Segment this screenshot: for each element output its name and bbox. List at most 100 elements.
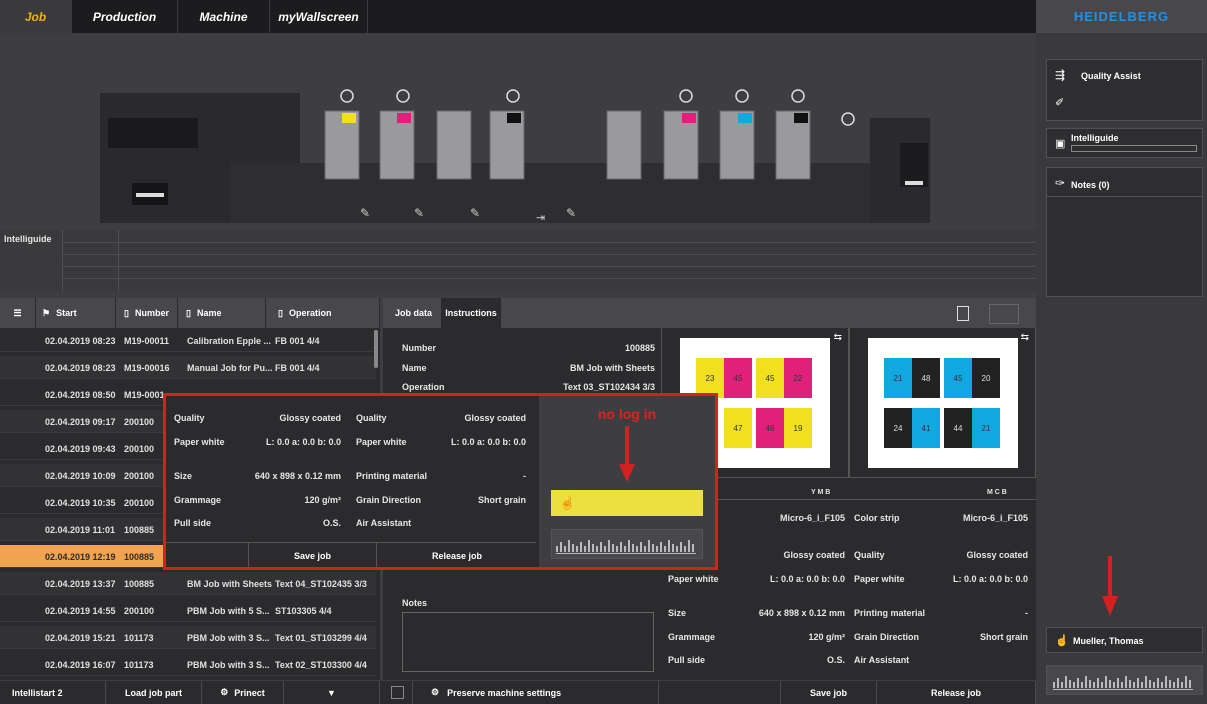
red-annotation-arrow xyxy=(1100,556,1120,618)
list-menu-button[interactable]: ☰ xyxy=(0,298,36,328)
table-row[interactable]: 02.04.2019 16:07 101173 PBM Job with 3 S..… xyxy=(0,653,376,676)
svg-text:✎: ✎ xyxy=(470,206,480,220)
swatch-m1: 45 xyxy=(724,358,752,398)
row-number: 200100 xyxy=(124,444,155,454)
number-value: 100885 xyxy=(624,343,655,353)
popup-size-label: Size xyxy=(174,471,193,481)
preserve-settings-button[interactable]: ⚙ Preserve machine settings xyxy=(413,681,659,704)
preserve-label: Preserve machine settings xyxy=(447,687,562,698)
tab-machine[interactable]: Machine xyxy=(178,0,270,33)
page-toggle-icon[interactable] xyxy=(989,304,1019,324)
name-value: BM Job with Sheets xyxy=(569,363,655,373)
preserve-checkbox[interactable] xyxy=(391,686,404,699)
flip-icon: ⇆ xyxy=(833,332,842,343)
svg-text:✎: ✎ xyxy=(566,206,576,220)
release-job-button[interactable]: Release job xyxy=(877,681,1036,704)
intellistart-button[interactable]: Intellistart 2 xyxy=(0,681,106,704)
row-start: 02.04.2019 08:23 xyxy=(45,336,116,346)
prinect-icon: ⚙ xyxy=(220,687,229,697)
column-start[interactable]: ⚑ Start xyxy=(36,298,116,328)
table-row[interactable]: 02.04.2019 08:23 M19-00011 Calibration Epp… xyxy=(0,329,376,352)
row-name: Manual Job for Pu... xyxy=(187,363,273,373)
tab-job-data[interactable]: Job data xyxy=(395,308,432,318)
table-row[interactable]: 02.04.2019 08:23 M19-00016 Manual Job for … xyxy=(0,356,376,379)
notes-label: Notes xyxy=(402,598,428,608)
row-start: 02.04.2019 09:17 xyxy=(45,417,116,427)
popup-size-value: 640 x 898 x 0.12 mm xyxy=(254,471,341,481)
tab-mywallscreen[interactable]: myWallscreen xyxy=(270,0,368,33)
list-scrollbar[interactable] xyxy=(374,330,378,368)
row-number: 101173 xyxy=(124,633,154,643)
row-number: M19-00016 xyxy=(124,363,170,373)
login-button[interactable]: ☝ xyxy=(551,490,703,516)
paper-white-label-left: Paper white xyxy=(668,574,719,584)
table-row[interactable]: 02.04.2019 13:37 100885 BM Job with Sheets… xyxy=(0,572,376,595)
barcode-login-area[interactable] xyxy=(1046,665,1203,695)
grammage-value: 120 g/m² xyxy=(808,632,845,642)
popup-save-job-button[interactable]: Save job xyxy=(249,543,376,568)
barcode-icon xyxy=(556,540,696,554)
tab-instructions[interactable]: Instructions xyxy=(441,298,501,328)
save-job-button[interactable]: Save job xyxy=(781,681,877,704)
row-number: 100885 xyxy=(124,525,155,535)
popup-red-arrow xyxy=(619,426,635,482)
load-job-part-button[interactable]: Load job part xyxy=(106,681,202,704)
popup-air-assistant-label: Air Assistant xyxy=(356,518,412,528)
flip-icon: ⇆ xyxy=(1020,332,1029,343)
user-button[interactable]: ☝ Mueller, Thomas xyxy=(1046,627,1203,653)
row-start: 02.04.2019 08:23 xyxy=(45,363,116,373)
quality-value-left: Glossy coated xyxy=(783,550,845,560)
row-start: 02.04.2019 16:07 xyxy=(45,660,116,670)
column-name[interactable]: ▯ Name xyxy=(178,298,266,328)
row-name: Calibration Epple ... xyxy=(187,336,272,346)
popup-printing-material-value: - xyxy=(523,471,526,481)
row-start: 02.04.2019 09:43 xyxy=(45,444,116,454)
filter-button[interactable]: ▼ xyxy=(284,681,380,704)
swatch-m2: 22 xyxy=(784,358,812,398)
intelliguide-button[interactable]: ▣ Intelliguide xyxy=(1046,128,1203,158)
table-row[interactable]: 02.04.2019 14:55 200100 PBM Job with 5 S..… xyxy=(0,599,376,622)
popup-barcode-area[interactable] xyxy=(551,529,703,559)
quality-assist-label: Quality Assist xyxy=(1081,71,1141,81)
column-operation-label: Operation xyxy=(288,308,332,318)
notes-button[interactable]: ✑ Notes (0) xyxy=(1046,167,1203,297)
size-label: Size xyxy=(668,608,687,618)
row-operation: FB 001 4/4 xyxy=(275,363,320,373)
column-operation[interactable]: ▯ Operation xyxy=(266,298,380,328)
row-start: 02.04.2019 14:55 xyxy=(45,606,116,616)
popup-pull-side-value: O.S. xyxy=(322,518,341,528)
row-number: M19-0001 xyxy=(124,390,165,400)
column-number[interactable]: ▯ Number xyxy=(116,298,178,328)
swatch-k4: 44 xyxy=(944,408,972,448)
brand-area: HEIDELBERG xyxy=(1036,0,1207,33)
row-start: 02.04.2019 10:09 xyxy=(45,471,116,481)
row-name: PBM Job with 3 S... xyxy=(187,633,270,643)
swatch-k2: 20 xyxy=(972,358,1000,398)
user-name: Mueller, Thomas xyxy=(1073,636,1144,646)
popup-pull-side-label: Pull side xyxy=(174,518,212,528)
pull-side-value: O.S. xyxy=(826,655,845,665)
popup-release-job-button[interactable]: Release job xyxy=(377,543,537,568)
row-number: 101173 xyxy=(124,660,154,670)
page-icon[interactable] xyxy=(957,306,969,321)
sheet-preview-back[interactable]: ⇆ 21 48 45 20 24 41 44 21 xyxy=(849,328,1036,478)
notes-field[interactable] xyxy=(402,612,654,672)
operation-value: Text 03_ST102434 3/3 xyxy=(563,382,655,392)
hand-icon: ☝ xyxy=(1055,635,1069,647)
prinect-button[interactable]: ⚙ Prinect xyxy=(202,681,284,704)
row-start: 02.04.2019 11:01 xyxy=(45,525,116,535)
paper-white-label-right: Paper white xyxy=(854,574,905,584)
grammage-label: Grammage xyxy=(668,632,716,642)
swatch-c4: 21 xyxy=(972,408,1000,448)
table-row[interactable]: 02.04.2019 15:21 101173 PBM Job with 3 S..… xyxy=(0,626,376,649)
row-operation: Text 04_ST102435 3/3 xyxy=(275,579,367,589)
printing-material-label: Printing material xyxy=(854,608,926,618)
color-strip-label: Color strip xyxy=(854,513,900,523)
intelliguide-grid: Intelliguide xyxy=(0,230,1036,292)
popup-grain-direction-label: Grain Direction xyxy=(356,495,422,505)
tab-job[interactable]: Job xyxy=(0,0,72,33)
tab-production[interactable]: Production xyxy=(72,0,178,33)
popup-grain-direction-value: Short grain xyxy=(477,495,526,505)
quality-assist-button[interactable]: ⇶ Quality Assist ✐ xyxy=(1046,59,1203,121)
name-label: Name xyxy=(402,363,427,373)
